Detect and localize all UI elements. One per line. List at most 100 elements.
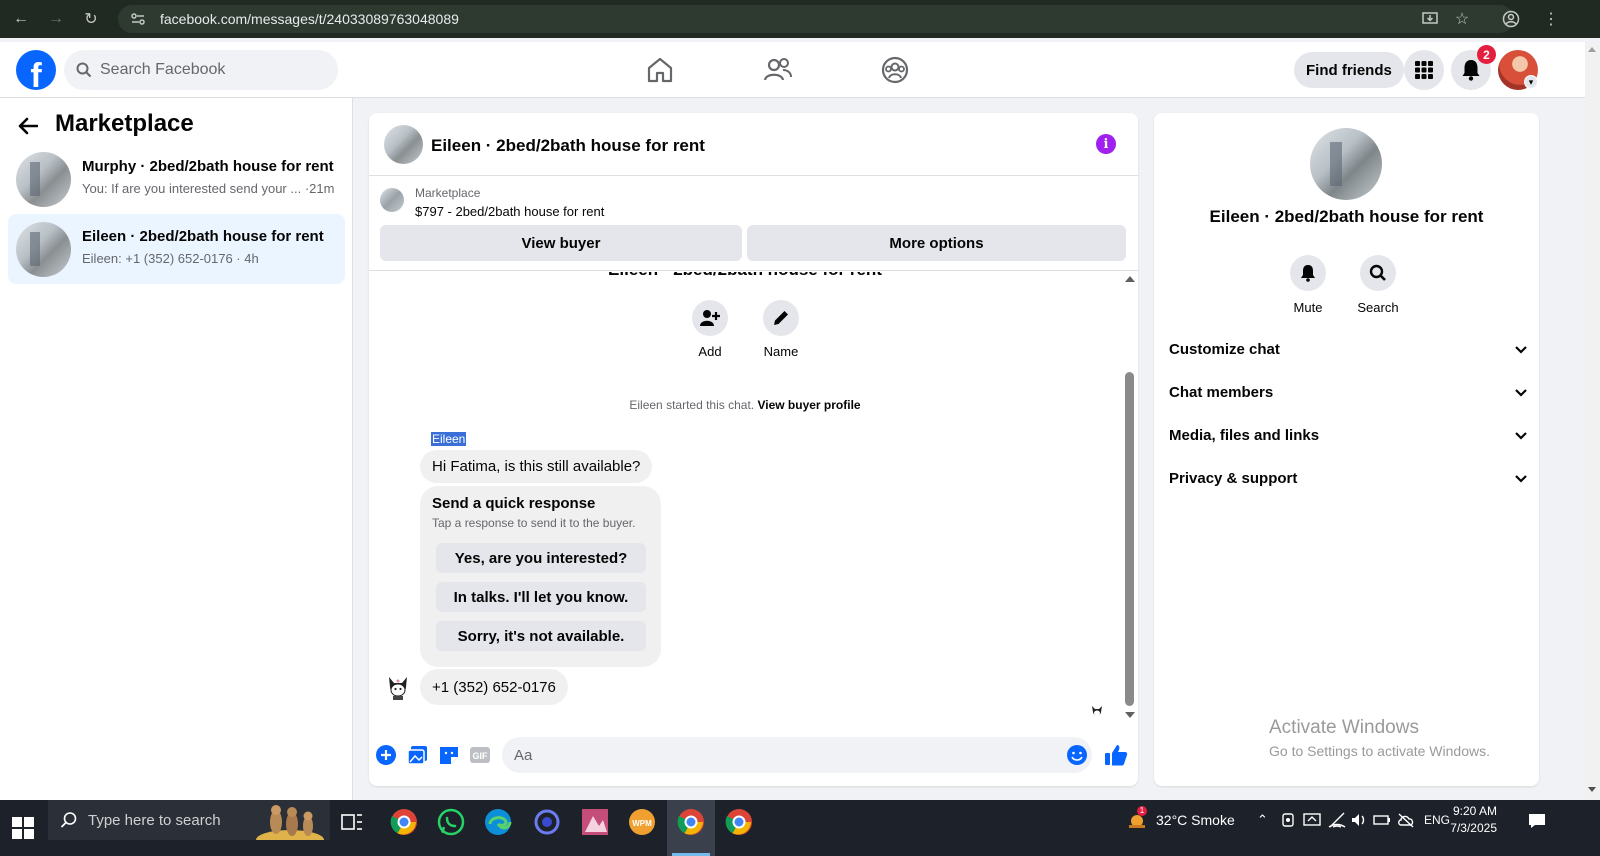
address-bar[interactable]: facebook.com/messages/t/2403308976304808… [118,5,1514,33]
conversation-item-eileen[interactable]: Eileen · 2bed/2bath house for rent Eilee… [8,214,345,284]
listing-thumbnail [380,188,404,212]
reload-icon[interactable]: ↻ [79,7,103,31]
quick-response-button[interactable]: Yes, are you interested? [436,543,646,573]
quick-response-button[interactable]: In talks. I'll let you know. [436,582,646,612]
weather-alert-badge: 1 [1137,806,1147,816]
mute-button[interactable]: Mute [1278,255,1338,315]
chat-members-section[interactable]: Chat members [1169,380,1529,404]
plus-circle-icon[interactable] [375,744,397,766]
message-input[interactable] [502,737,1092,773]
scrollbar-thumb[interactable] [1125,372,1134,706]
photo-icon[interactable] [407,744,429,766]
privacy-support-section[interactable]: Privacy & support [1169,466,1529,490]
scroll-down-arrow-icon[interactable] [1125,712,1135,718]
scroll-down-arrow-icon[interactable] [1588,787,1596,792]
add-people-button[interactable]: Add [680,300,740,359]
taskbar-search-placeholder[interactable]: Type here to search [88,812,221,829]
chat-avatar[interactable] [384,125,423,164]
scroll-up-arrow-icon[interactable] [1588,47,1596,52]
customize-chat-section[interactable]: Customize chat [1169,337,1529,361]
conversation-list-panel: Marketplace Murphy · 2bed/2bath house fo… [0,98,353,800]
tray-display-icon[interactable] [1303,812,1321,828]
message-thread[interactable]: Eileen · 2bed/2bath house for rent Add N… [369,272,1138,722]
menu-grid-button[interactable] [1404,50,1444,90]
clock-time: 9:20 AM [1452,804,1497,818]
taskbar-clock[interactable]: 9:20 AM 7/3/2025 [1417,803,1497,837]
profile-icon[interactable] [1499,7,1523,31]
notification-center-icon[interactable] [1528,813,1546,829]
conversation-item-murphy[interactable]: Murphy · 2bed/2bath house for rent You: … [8,144,345,214]
info-icon[interactable]: i [1096,134,1116,154]
facebook-header: f Search Facebook Find friends 2 ▾ [0,42,1585,98]
chevron-down-icon [1515,389,1527,397]
site-settings-icon[interactable] [130,11,146,27]
chevron-down-icon[interactable]: ▾ [1524,75,1538,89]
marketplace-label: Marketplace [415,186,481,200]
svg-text:GIF: GIF [473,751,489,761]
listing-price-title[interactable]: $797 - 2bed/2bath house for rent [415,204,604,219]
emoji-icon[interactable] [1066,744,1088,766]
chrome-profile-2-icon[interactable] [725,808,753,836]
conversation-preview: You: If are you interested send your ...… [82,181,335,196]
notification-badge: 2 [1477,45,1496,64]
groups-icon[interactable] [880,55,910,85]
view-buyer-button[interactable]: View buyer [380,225,742,261]
view-buyer-profile-link[interactable]: View buyer profile [757,398,860,412]
chrome-icon[interactable] [390,808,418,836]
back-arrow-icon[interactable] [18,114,39,142]
taskbar-search-box[interactable]: Type here to search [48,800,330,840]
network-icon[interactable] [1328,812,1346,828]
chat-started-notice: Eileen started this chat. View buyer pro… [369,398,1121,412]
search-placeholder[interactable]: Search Facebook [100,61,225,79]
section-label: Privacy & support [1169,469,1298,487]
windows-start-icon[interactable] [12,817,34,839]
battery-icon[interactable] [1373,812,1391,828]
chat-details-panel: Eileen · 2bed/2bath house for rent Mute … [1154,113,1539,786]
chevron-down-icon [1515,432,1527,440]
thumbs-up-icon[interactable] [1104,743,1128,767]
volume-icon[interactable] [1350,812,1368,828]
quick-response-button[interactable]: Sorry, it's not available. [436,621,646,651]
search-in-chat-button[interactable]: Search [1348,255,1408,315]
facebook-logo[interactable]: f [16,50,56,90]
back-icon[interactable]: ← [9,7,33,31]
details-title: Eileen · 2bed/2bath house for rent [1209,207,1484,226]
task-view-icon[interactable] [340,810,364,834]
cloud-sync-icon[interactable] [1397,812,1415,828]
media-files-links-section[interactable]: Media, files and links [1169,423,1529,447]
edge-icon[interactable] [484,808,512,836]
browser-menu-icon[interactable]: ⋮ [1539,7,1563,31]
gif-icon[interactable]: GIF [469,744,491,766]
sender-avatar[interactable] [386,675,410,701]
weather-text[interactable]: 32°C Smoke [1156,812,1235,828]
image-editor-icon[interactable] [581,808,609,836]
wpm-icon[interactable]: WPM [628,808,656,836]
tray-device-icon[interactable] [1280,812,1296,828]
home-icon[interactable] [645,55,675,85]
sticker-icon[interactable] [438,744,460,766]
page-scrollbar[interactable] [1585,42,1600,800]
quick-response-card: Send a quick response Tap a response to … [420,486,661,667]
url-text[interactable]: facebook.com/messages/t/2403308976304808… [160,11,459,27]
chat-profile-picture[interactable] [1310,128,1382,200]
firefox-dev-icon[interactable] [533,808,561,836]
tray-chevron-up-icon[interactable]: ⌃ [1257,812,1268,828]
whatsapp-icon[interactable] [437,808,465,836]
scroll-up-arrow-icon[interactable] [1125,276,1135,282]
facebook-search-box[interactable]: Search Facebook [64,50,338,90]
forward-icon[interactable]: → [44,7,68,31]
mute-label: Mute [1293,300,1323,315]
install-app-icon[interactable] [1418,7,1442,31]
chat-panel: Eileen · 2bed/2bath house for rent i Mar… [369,113,1138,786]
bookmark-star-icon[interactable]: ☆ [1450,7,1474,31]
name-chat-button[interactable]: Name [751,300,811,359]
chrome-profile-icon[interactable] [677,808,705,836]
message-bubble[interactable]: Hi Fatima, is this still available? [420,450,653,483]
more-options-button[interactable]: More options [747,225,1126,261]
add-person-icon [700,310,720,326]
find-friends-button[interactable]: Find friends [1294,52,1404,88]
friends-icon[interactable] [763,55,793,85]
conversation-title: Murphy · 2bed/2bath house for rent [82,158,334,175]
message-bubble[interactable]: +1 (352) 652-0176 [420,669,568,705]
chat-title[interactable]: Eileen · 2bed/2bath house for rent [431,136,705,156]
